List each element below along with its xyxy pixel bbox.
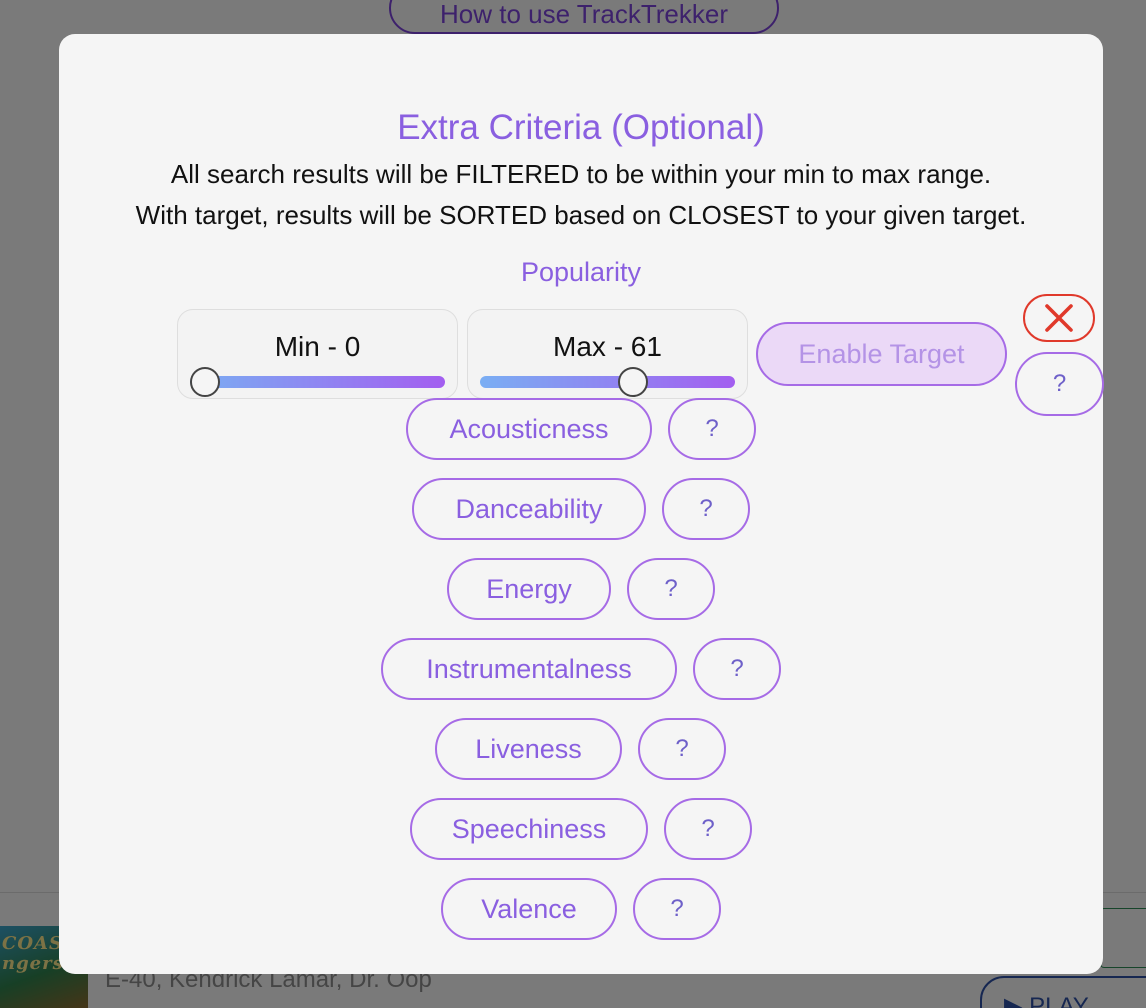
criterion-help-button-liveness[interactable]: ? — [638, 718, 726, 780]
sort-description: With target, results will be SORTED base… — [135, 200, 1027, 230]
filter-description: All search results will be FILTERED to b… — [170, 159, 992, 189]
criterion-button-acousticness[interactable]: Acousticness — [406, 398, 652, 460]
criterion-help-button-valence[interactable]: ? — [633, 878, 721, 940]
criterion-button-instrumentalness[interactable]: Instrumentalness — [381, 638, 677, 700]
popularity-help-button[interactable]: ? — [1015, 352, 1104, 416]
criterion-help-button-instrumentalness[interactable]: ? — [693, 638, 781, 700]
modal-title: Extra Criteria (Optional) — [397, 108, 765, 147]
criterion-button-liveness[interactable]: Liveness — [435, 718, 622, 780]
enable-target-button[interactable]: Enable Target — [756, 322, 1007, 386]
criterion-button-speechiness[interactable]: Speechiness — [410, 798, 648, 860]
max-slider-thumb[interactable] — [618, 367, 649, 397]
max-slider-track[interactable] — [480, 376, 735, 388]
active-criterion-label: Popularity — [520, 257, 642, 287]
criterion-button-danceability[interactable]: Danceability — [412, 478, 646, 540]
min-slider-thumb[interactable] — [190, 367, 220, 397]
extra-criteria-modal: Extra Criteria (Optional) All search res… — [59, 34, 1104, 974]
criterion-help-button-acousticness[interactable]: ? — [668, 398, 756, 460]
min-slider-track[interactable] — [190, 376, 445, 388]
criterion-button-valence[interactable]: Valence — [441, 878, 617, 940]
criterion-help-button-speechiness[interactable]: ? — [664, 798, 752, 860]
criterion-button-energy[interactable]: Energy — [447, 558, 611, 620]
criterion-help-button-energy[interactable]: ? — [627, 558, 715, 620]
close-x-icon — [1045, 304, 1073, 332]
remove-criterion-button[interactable] — [1023, 294, 1095, 342]
min-slider-card: Min - 0 — [177, 309, 458, 399]
max-slider-card: Max - 61 — [467, 309, 748, 399]
max-slider-label: Max - 61 — [553, 331, 662, 362]
criterion-help-button-danceability[interactable]: ? — [662, 478, 750, 540]
min-slider-label: Min - 0 — [274, 331, 361, 362]
